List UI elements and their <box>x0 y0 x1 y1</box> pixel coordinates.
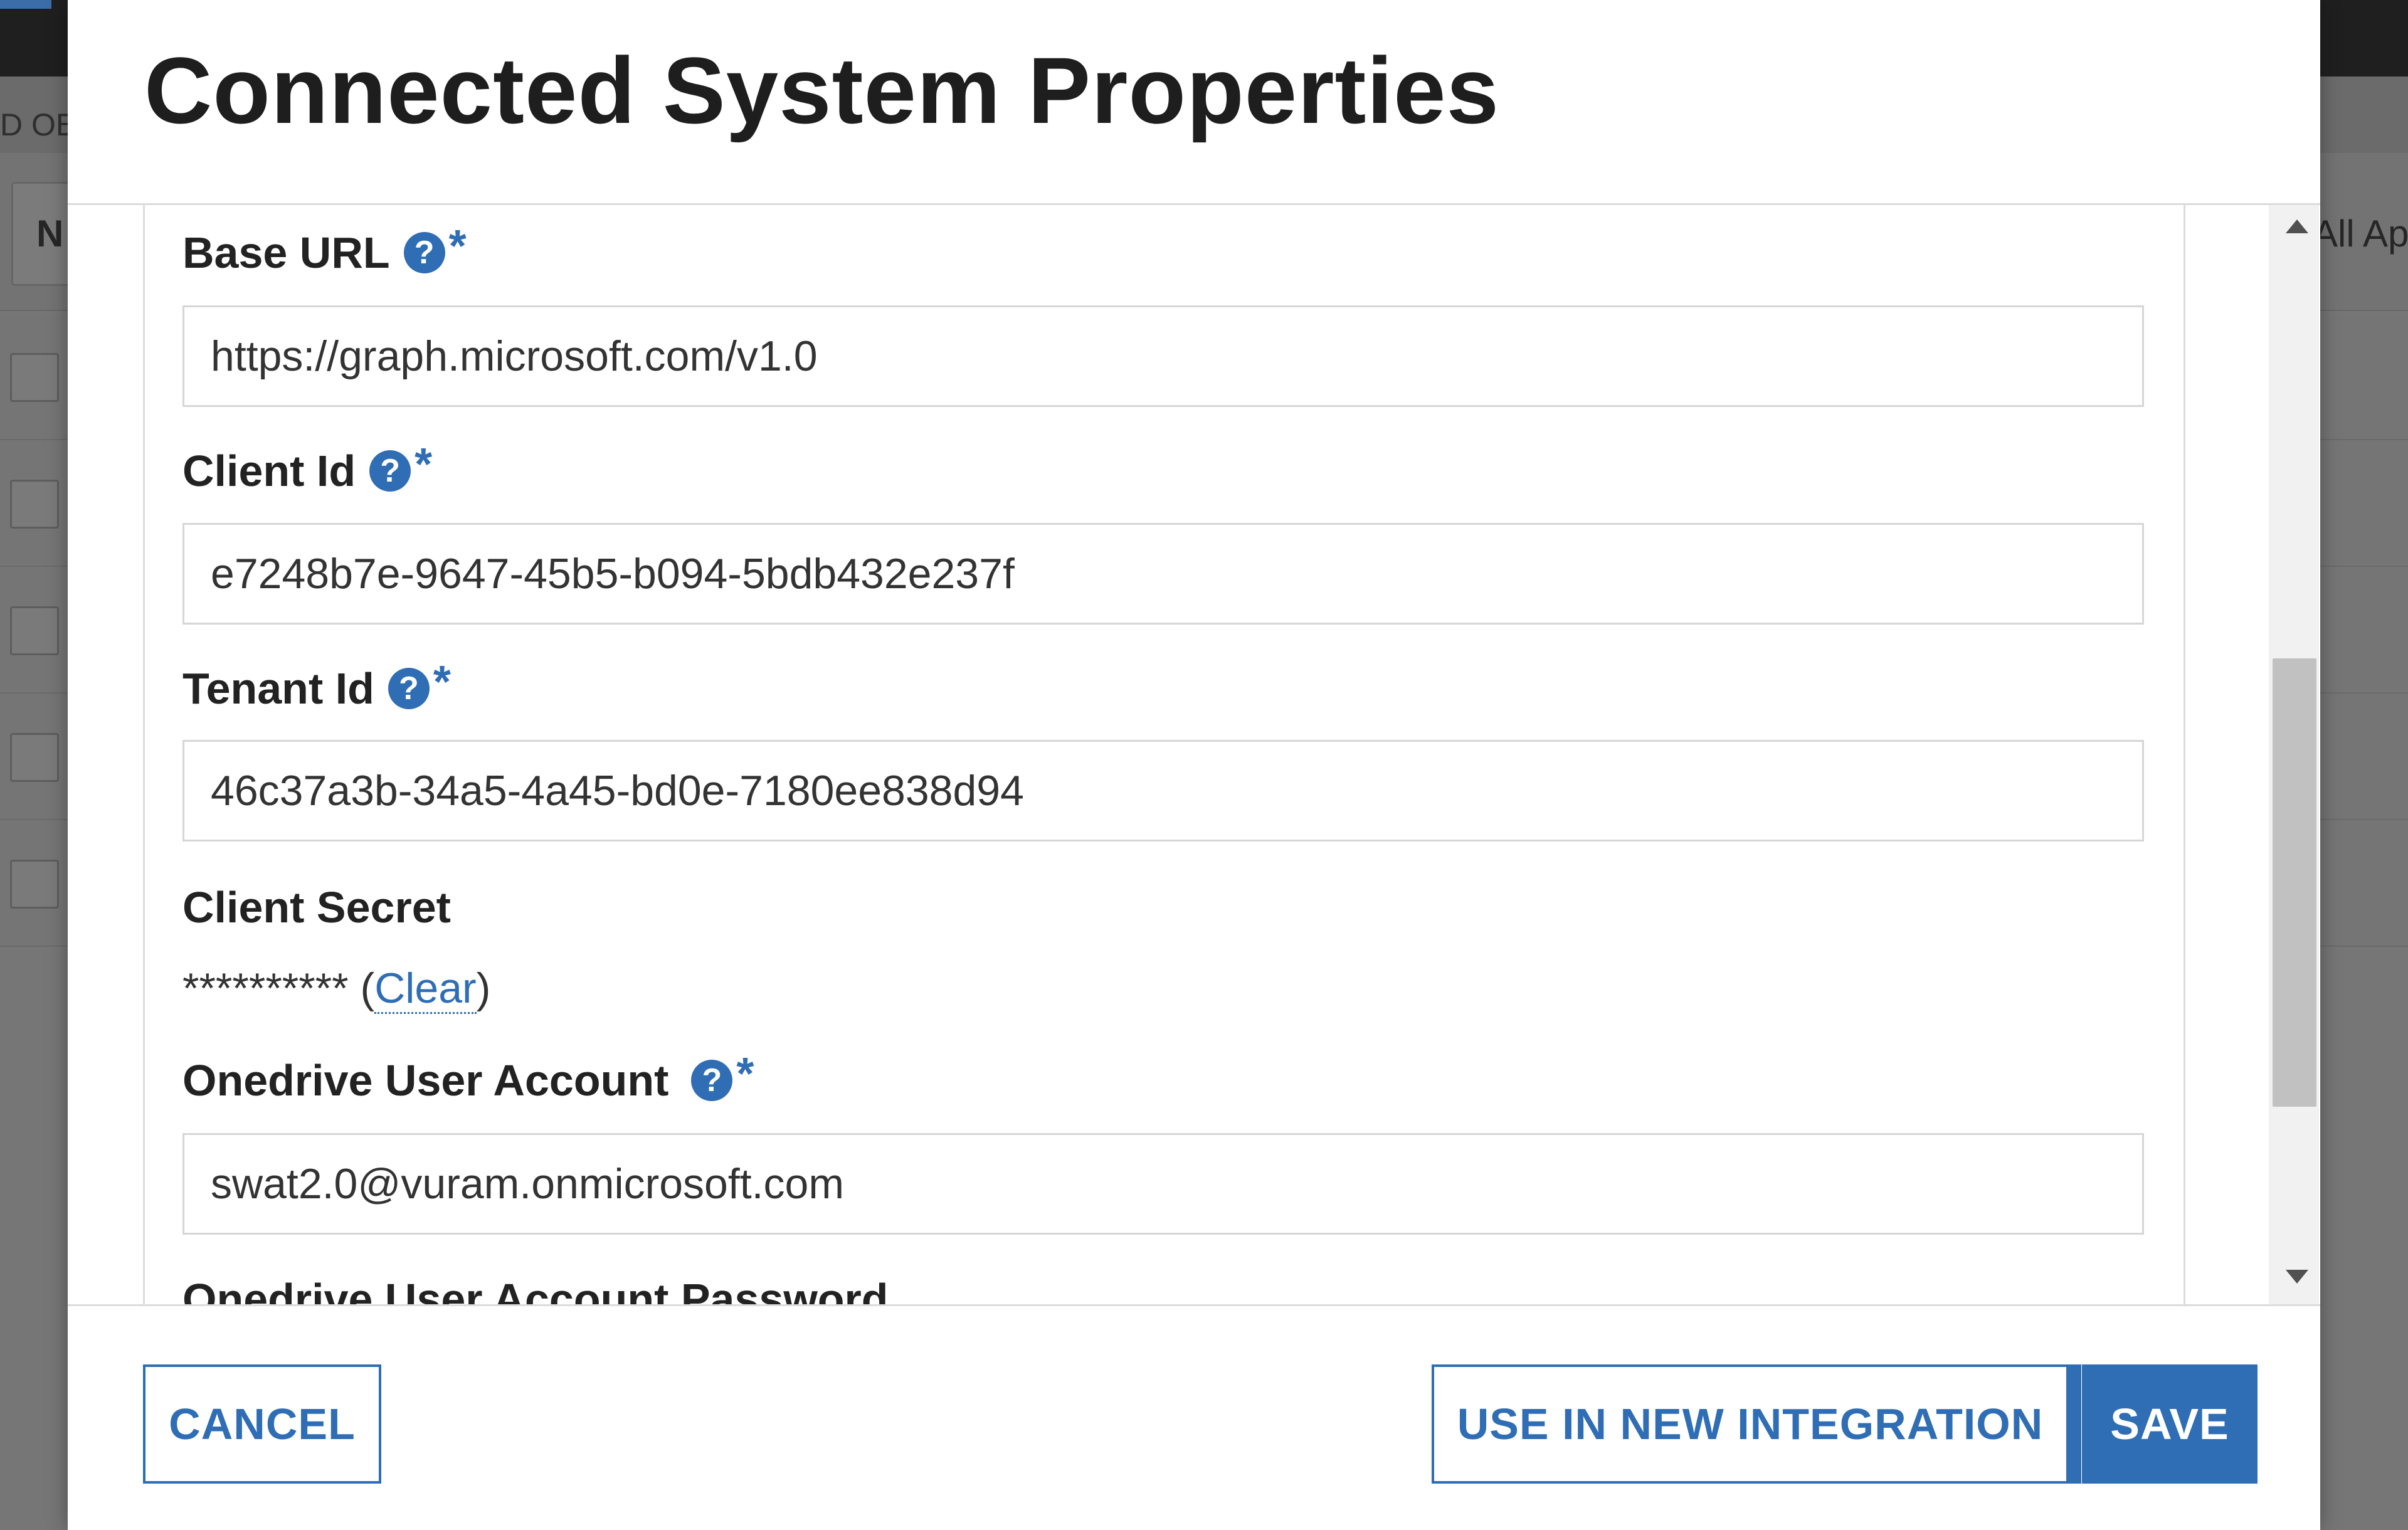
required-marker: * <box>736 1049 754 1099</box>
client-id-label-text: Client Id <box>182 446 356 495</box>
client-secret-label-text: Client Secret <box>182 883 451 932</box>
tenant-id-input[interactable] <box>182 740 2144 842</box>
triangle-up-icon[interactable] <box>2286 219 2308 233</box>
content-right-border <box>2184 205 2185 1304</box>
background-filter-text: N <box>36 213 64 255</box>
background-filter-right-text: All Ap <box>2313 213 2408 255</box>
question-circle-icon[interactable]: ? <box>369 450 411 492</box>
client-secret-masked-value: ********** <box>182 964 349 1012</box>
dialog-title: Connected System Properties <box>144 38 1499 143</box>
tenant-id-label: Tenant Id ? * <box>182 657 451 714</box>
dialog-scroll-area[interactable]: Base URL ? * Client Id ? * Tenant Id ? * <box>143 205 2264 1304</box>
background-subbar-text: D OB <box>0 107 77 142</box>
question-circle-icon[interactable]: ? <box>388 668 430 709</box>
connected-system-properties-dialog: Connected System Properties Base URL ? *… <box>68 0 2320 1530</box>
close-paren: ) <box>476 964 491 1012</box>
onedrive-user-account-password-label-text: Onedrive User Account Password <box>182 1275 889 1304</box>
client-id-input[interactable] <box>182 523 2144 625</box>
client-id-label: Client Id ? * <box>182 440 432 497</box>
open-paren: ( <box>348 964 375 1012</box>
question-circle-icon[interactable]: ? <box>403 232 445 273</box>
base-url-input[interactable] <box>182 305 2144 407</box>
background-row-checkbox <box>10 860 59 909</box>
background-row-checkbox <box>10 353 59 402</box>
cancel-button[interactable]: CANCEL <box>143 1364 381 1484</box>
clear-secret-link[interactable]: Clear <box>374 964 477 1014</box>
question-circle-icon[interactable]: ? <box>691 1060 733 1101</box>
footer-divider <box>68 1304 2320 1306</box>
onedrive-user-account-password-label: Onedrive User Account Password <box>182 1274 889 1304</box>
required-marker: * <box>448 221 467 272</box>
base-url-label-text: Base URL <box>182 228 390 277</box>
save-button[interactable]: SAVE <box>2082 1364 2258 1484</box>
background-row-checkbox <box>10 606 59 655</box>
onedrive-user-account-label: Onedrive User Account ? * <box>182 1049 754 1106</box>
save-button-spacer <box>2069 1364 2081 1484</box>
required-marker: * <box>433 657 451 707</box>
background-row-checkbox <box>10 733 59 782</box>
background-top-accent <box>0 0 51 9</box>
tenant-id-label-text: Tenant Id <box>182 664 374 713</box>
triangle-down-icon[interactable] <box>2286 1270 2308 1284</box>
client-secret-label: Client Secret <box>182 882 451 932</box>
base-url-label: Base URL ? * <box>182 221 467 278</box>
client-secret-value-row: ********** (Clear) <box>182 964 491 1014</box>
scrollbar-thumb[interactable] <box>2273 658 2316 1107</box>
use-in-new-integration-button[interactable]: USE IN NEW INTEGRATION <box>1432 1364 2069 1484</box>
required-marker: * <box>415 440 433 490</box>
onedrive-user-account-label-text: Onedrive User Account <box>182 1056 669 1105</box>
background-row-checkbox <box>10 480 59 529</box>
onedrive-user-account-input[interactable] <box>182 1133 2144 1235</box>
